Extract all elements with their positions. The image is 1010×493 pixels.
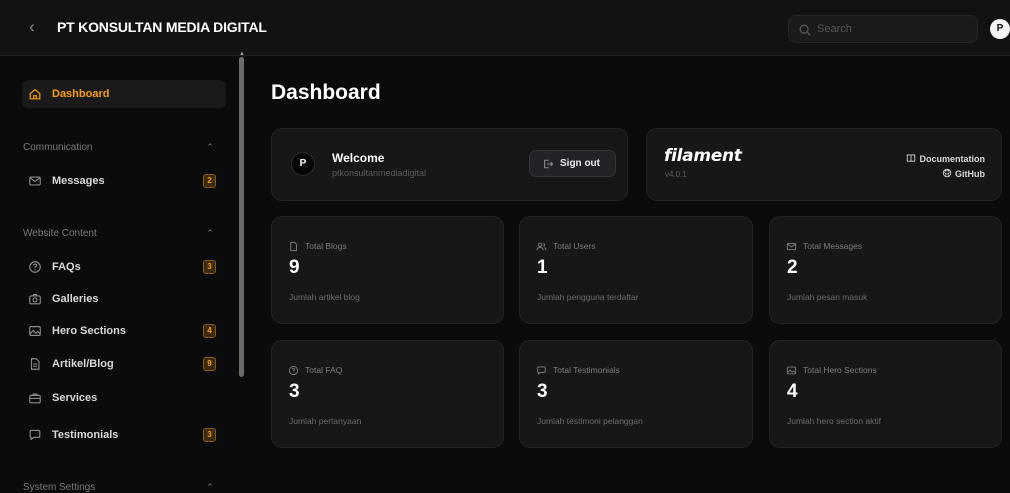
sidebar-group-communication: Communication <box>23 142 93 153</box>
avatar: P <box>291 152 315 176</box>
welcome-card: P Welcome ptkonsultanmediadigital Sign o… <box>271 128 628 201</box>
stat-value: 9 <box>289 257 300 278</box>
count-badge: 9 <box>203 357 216 371</box>
photo-icon <box>29 326 41 336</box>
envelope-icon <box>786 242 797 251</box>
document-icon <box>30 358 40 370</box>
count-badge: 2 <box>203 174 216 188</box>
top-bar: ‹ PT KONSULTAN MEDIA DIGITAL P <box>0 0 1010 56</box>
stat-card-total-messages: Total Messages 2 Jumlah pesan masuk <box>769 216 1002 324</box>
user-avatar[interactable]: P <box>990 19 1010 39</box>
count-badge: 3 <box>203 260 216 274</box>
stat-description: Jumlah artikel blog <box>289 292 360 302</box>
sidebar-scrollbar[interactable] <box>239 57 244 377</box>
sidebar-item-testimonials[interactable]: Testimonials 3 <box>22 421 226 449</box>
envelope-icon <box>29 176 41 186</box>
sidebar-item-label: Messages <box>52 175 105 187</box>
chevron-left-icon[interactable]: ‹ <box>22 17 42 37</box>
count-badge: 3 <box>203 428 216 442</box>
stat-description: Jumlah pertanyaan <box>289 416 362 426</box>
stat-card-total-hero-sections: Total Hero Sections 4 Jumlah hero sectio… <box>769 340 1002 448</box>
users-icon <box>536 242 547 251</box>
home-icon <box>29 89 41 100</box>
search-icon <box>799 24 811 36</box>
stat-card-total-users: Total Users 1 Jumlah pengguna terdaftar <box>519 216 753 324</box>
search-input[interactable] <box>817 19 967 39</box>
stat-title: Total Users <box>553 241 596 251</box>
filament-info-card: filament v4.0.1 Documentation GitHub <box>646 128 1002 201</box>
stat-description: Jumlah pesan masuk <box>787 292 868 302</box>
stat-card-total-faq: Total FAQ 3 Jumlah pertanyaan <box>271 340 504 448</box>
stat-title: Total FAQ <box>305 365 343 375</box>
sidebar-item-label: Services <box>52 392 98 404</box>
stat-description: Jumlah pengguna terdaftar <box>537 292 639 302</box>
sign-out-label: Sign out <box>560 158 600 169</box>
logout-icon <box>544 159 554 169</box>
camera-icon <box>29 294 41 305</box>
sidebar-item-label: Galleries <box>52 293 99 305</box>
stat-value: 3 <box>289 381 300 402</box>
chevron-up-icon[interactable]: ⌃ <box>205 228 215 238</box>
documentation-link[interactable]: Documentation <box>906 153 985 164</box>
stat-title: Total Testimonials <box>553 365 620 375</box>
sidebar-item-label: Artikel/Blog <box>52 358 114 370</box>
stat-value: 1 <box>537 257 548 278</box>
stat-value: 3 <box>537 381 548 402</box>
stat-title: Total Blogs <box>305 241 347 251</box>
sidebar-group-website-content: Website Content <box>23 228 97 239</box>
stat-value: 2 <box>787 257 798 278</box>
sidebar-item-artikel-blog[interactable]: Artikel/Blog 9 <box>22 350 226 378</box>
sidebar-item-label: FAQs <box>52 261 81 273</box>
stat-title: Total Hero Sections <box>803 365 877 375</box>
stat-description: Jumlah testimoni pelanggan <box>537 416 643 426</box>
photo-icon <box>786 366 797 375</box>
github-icon <box>942 168 952 178</box>
chevron-up-icon[interactable]: ⌃ <box>205 482 215 492</box>
question-circle-icon <box>29 261 41 273</box>
documentation-label: Documentation <box>919 154 985 164</box>
document-icon <box>290 241 298 252</box>
book-icon <box>907 154 916 162</box>
stat-title: Total Messages <box>803 241 863 251</box>
briefcase-icon <box>29 393 41 404</box>
chat-bubble-icon <box>537 366 546 375</box>
version-label: v4.0.1 <box>665 170 687 179</box>
search-box[interactable] <box>788 15 978 43</box>
sidebar-item-dashboard[interactable]: Dashboard <box>22 80 226 108</box>
sidebar-item-label: Testimonials <box>52 429 119 441</box>
welcome-title: Welcome <box>332 151 385 165</box>
sidebar-group-system-settings: System Settings <box>23 482 96 493</box>
github-link[interactable]: GitHub <box>942 168 985 179</box>
stat-value: 4 <box>787 381 798 402</box>
sidebar-item-label: Hero Sections <box>52 325 126 337</box>
stat-card-total-testimonials: Total Testimonials 3 Jumlah testimoni pe… <box>519 340 753 448</box>
chevron-up-icon[interactable]: ⌃ <box>205 142 215 152</box>
sidebar-item-label: Dashboard <box>52 88 110 100</box>
filament-logo: filament <box>664 146 742 166</box>
github-label: GitHub <box>955 169 985 179</box>
sign-out-button[interactable]: Sign out <box>529 150 616 177</box>
sidebar-item-galleries[interactable]: Galleries <box>22 285 226 313</box>
page-title: Dashboard <box>271 81 381 104</box>
welcome-username: ptkonsultanmediadigital <box>332 168 427 178</box>
sidebar-item-hero-sections[interactable]: Hero Sections 4 <box>22 317 226 345</box>
count-badge: 4 <box>203 324 216 338</box>
app-brand[interactable]: PT KONSULTAN MEDIA DIGITAL <box>57 19 267 35</box>
sidebar-item-messages[interactable]: Messages 2 <box>22 167 226 195</box>
sidebar-item-faqs[interactable]: FAQs 3 <box>22 253 226 281</box>
question-circle-icon <box>288 365 299 376</box>
sidebar-item-services[interactable]: Services <box>22 384 226 412</box>
stat-card-total-blogs: Total Blogs 9 Jumlah artikel blog <box>271 216 504 324</box>
stat-description: Jumlah hero section aktif <box>787 416 882 426</box>
chat-bubble-icon <box>29 429 41 441</box>
